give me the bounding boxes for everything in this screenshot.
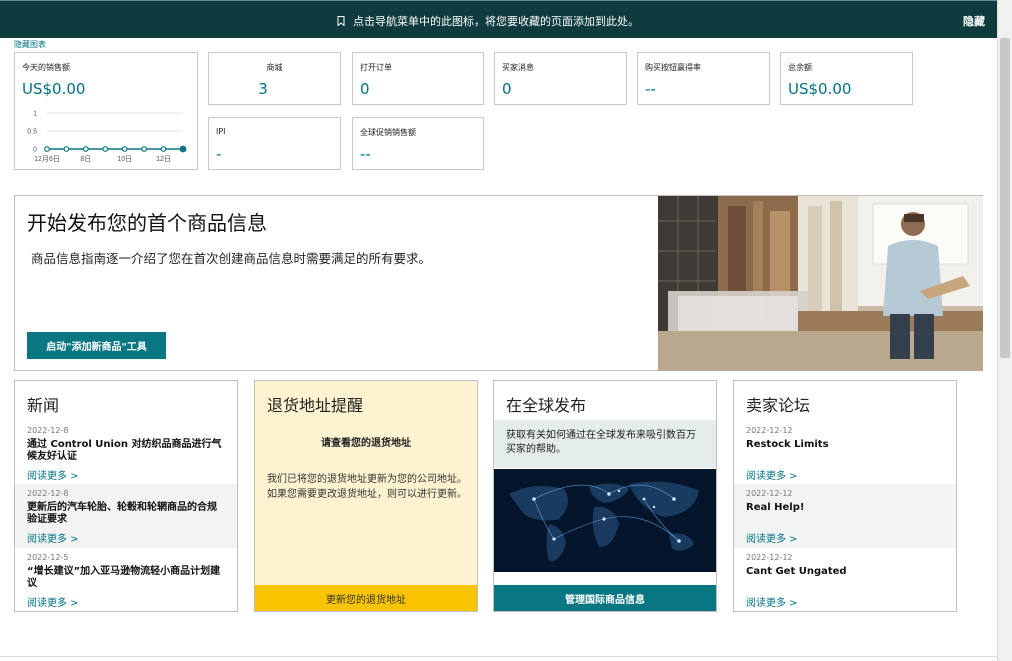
today-sales-card[interactable]: 今天的销售额 US$0.00 1 0.5 0 12月6日 8日 10日 12日 — [14, 52, 198, 170]
return-title: 退货地址提醒 — [267, 396, 364, 415]
buyer-messages-card[interactable]: 买家消息 0 — [494, 52, 627, 105]
news-item[interactable]: 2022-12-5 “增长建议”加入亚马逊物流轻小商品计划建议 阅读更多 > — [15, 548, 237, 611]
chart-y-tick-label: 0.5 — [27, 129, 37, 136]
forum-headline[interactable]: Real Help! — [746, 502, 944, 526]
forum-date: 2022-12-12 — [746, 426, 793, 435]
chart-point — [63, 146, 70, 152]
chart-point — [121, 146, 128, 152]
news-headline[interactable]: 通过 Control Union 对纺织品商品进行气候友好认证 — [27, 439, 225, 463]
global-promo-sales-card[interactable]: 全球促销销售额 -- — [352, 117, 484, 170]
chart-x-tick-label: 8日 — [80, 155, 91, 163]
global-selling-panel: 在全球发布 获取有关如何通过在全球发布来吸引数百万买家的帮助。 管理国际商品信息 — [493, 380, 717, 612]
chart-point — [160, 146, 167, 152]
chart-point — [179, 145, 187, 153]
scrollbar-thumb[interactable] — [1000, 38, 1010, 358]
read-more-link[interactable]: 阅读更多 > — [27, 467, 225, 482]
read-more-link[interactable]: 阅读更多 > — [27, 530, 225, 545]
banner-text: 点击导航菜单中的此图标，将您要收藏的页面添加到此处。 — [353, 15, 639, 28]
chart-point — [44, 146, 50, 152]
news-date: 2022-12-5 — [27, 553, 69, 562]
forum-item[interactable]: 2022-12-12 Restock Limits 阅读更多 > — [734, 421, 956, 484]
news-headline[interactable]: 更新后的汽车轮胎、轮毂和轮辋商品的合规验证要求 — [27, 502, 225, 526]
news-date: 2022-12-8 — [27, 426, 69, 435]
hero-description: 商品信息指南逐一介绍了您在首次创建商品信息时需要满足的所有要求。 — [31, 251, 432, 266]
bookmark-banner: 点击导航菜单中的此图标，将您要收藏的页面添加到此处。 隐藏 — [0, 0, 997, 38]
forum-title: 卖家论坛 — [746, 396, 811, 415]
hide-banner-button[interactable]: 隐藏 — [963, 13, 985, 29]
news-item[interactable]: 2022-12-8 更新后的汽车轮胎、轮毂和轮辋商品的合规验证要求 阅读更多 > — [15, 484, 237, 548]
chart-y-tick-label: 1 — [33, 111, 37, 118]
chart-point — [82, 146, 89, 152]
buyer-messages-value: 0 — [502, 80, 512, 98]
forum-item[interactable]: 2022-12-12 Real Help! 阅读更多 > — [734, 484, 956, 548]
chart-point — [141, 146, 148, 152]
ipi-value: - — [216, 145, 222, 163]
bookmark-icon — [337, 16, 345, 26]
stores-card[interactable]: 商城 3 — [208, 52, 341, 105]
footer-divider — [0, 656, 997, 657]
hero-title: 开始发布您的首个商品信息 — [27, 211, 267, 235]
forum-item[interactable]: 2022-12-12 Cant Get Ungated 阅读更多 > — [734, 548, 956, 611]
chart-y-tick-label: 0 — [33, 147, 37, 154]
news-headline[interactable]: “增长建议”加入亚马逊物流轻小商品计划建议 — [27, 566, 225, 590]
global-promo-sales-value: -- — [360, 145, 371, 163]
read-more-link[interactable]: 阅读更多 > — [746, 594, 944, 609]
return-address-panel: 退货地址提醒 请查看您的退货地址 我们已将您的退货地址更新为您的公司地址。如果您… — [254, 380, 478, 612]
today-sales-label: 今天的销售额 — [22, 63, 70, 72]
chart-x-tick-label: 12月6日 — [34, 155, 60, 163]
banner-message: 点击导航菜单中的此图标，将您要收藏的页面添加到此处。 — [337, 13, 639, 29]
buyer-messages-label: 买家消息 — [502, 63, 534, 72]
today-sales-value: US$0.00 — [22, 80, 86, 98]
stores-value: 3 — [258, 80, 268, 98]
sales-chart: 1 0.5 012月6日 8日 10日 12日 — [27, 111, 187, 163]
forum-headline[interactable]: Restock Limits — [746, 439, 944, 463]
open-orders-label: 打开订单 — [360, 63, 392, 72]
manage-international-listings-button[interactable]: 管理国际商品信息 — [494, 585, 716, 611]
global-title: 在全球发布 — [506, 396, 587, 415]
news-item[interactable]: 2022-12-8 通过 Control Union 对纺织品商品进行气候友好认… — [15, 421, 237, 484]
buy-box-card[interactable]: 购买按钮赢得率 -- — [637, 52, 770, 105]
read-more-link[interactable]: 阅读更多 > — [746, 467, 944, 482]
workshop-photo — [658, 196, 983, 371]
global-text: 获取有关如何通过在全球发布来吸引数百万买家的帮助。 — [494, 420, 716, 468]
buy-box-value: -- — [645, 80, 656, 98]
ipi-label: IPI — [216, 127, 226, 136]
chart-x-tick-label: 12日 — [156, 155, 171, 163]
total-balance-label: 总余额 — [788, 63, 812, 72]
read-more-link[interactable]: 阅读更多 > — [27, 594, 225, 609]
buy-box-label: 购买按钮赢得率 — [645, 63, 701, 72]
read-more-link[interactable]: 阅读更多 > — [746, 530, 944, 545]
open-orders-card[interactable]: 打开订单 0 — [352, 52, 484, 105]
forum-headline[interactable]: Cant Get Ungated — [746, 566, 944, 590]
forum-date: 2022-12-12 — [746, 553, 793, 562]
return-body: 我们已将您的退货地址更新为您的公司地址。如果您需要更改退货地址，则可以进行更新。 — [267, 474, 467, 500]
chart-x-tick-label: 10日 — [117, 155, 132, 163]
seller-forum-panel: 卖家论坛 2022-12-12 Restock Limits 阅读更多 > 20… — [733, 380, 957, 612]
add-product-tool-button[interactable]: 启动"添加新商品"工具 — [27, 332, 166, 359]
total-balance-card[interactable]: 总余额 US$0.00 — [780, 52, 913, 105]
news-title: 新闻 — [27, 396, 60, 415]
ipi-card[interactable]: IPI - — [208, 117, 341, 170]
return-subtitle: 请查看您的退货地址 — [321, 438, 411, 449]
global-promo-sales-label: 全球促销销售额 — [360, 128, 416, 137]
world-network-map — [494, 469, 716, 572]
news-panel: 新闻 2022-12-8 通过 Control Union 对纺织品商品进行气候… — [14, 380, 238, 612]
news-date: 2022-12-8 — [27, 489, 69, 498]
total-balance-value: US$0.00 — [788, 80, 852, 98]
chart-point — [102, 146, 109, 152]
forum-date: 2022-12-12 — [746, 489, 793, 498]
page-scrollbar[interactable] — [997, 0, 1012, 661]
hide-charts-link[interactable]: 隐藏图表 — [14, 39, 46, 50]
open-orders-value: 0 — [360, 80, 370, 98]
first-listing-hero: 开始发布您的首个商品信息 商品信息指南逐一介绍了您在首次创建商品信息时需要满足的… — [14, 195, 983, 371]
stores-label: 商城 — [266, 63, 283, 72]
update-return-address-button[interactable]: 更新您的退货地址 — [255, 585, 477, 611]
